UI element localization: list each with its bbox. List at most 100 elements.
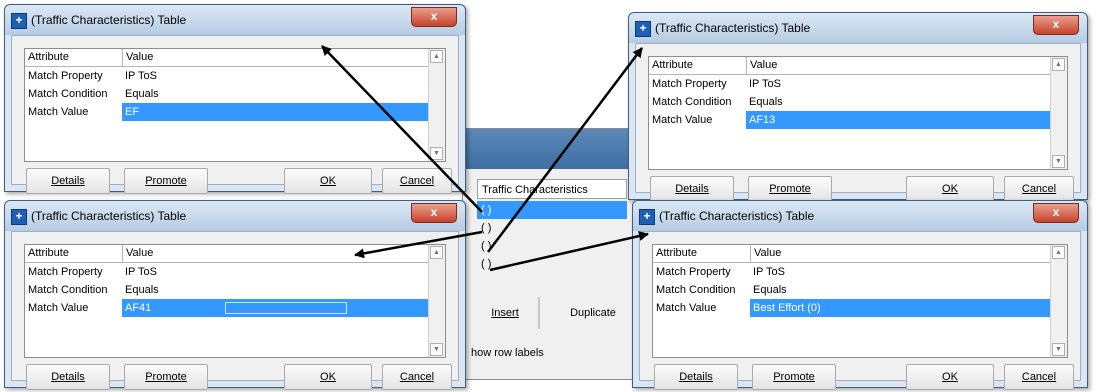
cancel-label: Cancel xyxy=(399,371,435,383)
traffic-characteristics-window: Traffic Characteristics ( ) ( ) ( ) ( ) … xyxy=(462,128,639,380)
table-header: Attribute Value xyxy=(649,57,1051,75)
table-row[interactable]: Match Property IP ToS xyxy=(25,263,429,281)
value-edit-box[interactable] xyxy=(225,302,348,314)
column-header-value: Value xyxy=(754,247,782,259)
list-item[interactable]: ( ) xyxy=(477,219,627,237)
window-title: (Traffic Characteristics) Table xyxy=(659,209,815,223)
insert-button[interactable]: Insert xyxy=(477,297,533,329)
app-icon: + xyxy=(11,13,27,29)
details-label: Details xyxy=(679,371,713,383)
cancel-label: Cancel xyxy=(1021,183,1057,195)
attribute-table: Attribute Value Match Property IP ToS Ma… xyxy=(648,56,1068,170)
attribute-cell: Match Value xyxy=(656,302,717,314)
close-icon: x xyxy=(430,205,438,219)
value-text: AF41 xyxy=(125,302,152,314)
titlebar[interactable]: + (Traffic Characteristics) Table x xyxy=(633,201,1087,231)
scroll-down-icon[interactable]: ▼ xyxy=(1052,155,1065,168)
table-row[interactable]: Match Condition Equals xyxy=(649,93,1051,111)
scroll-down-icon[interactable]: ▼ xyxy=(430,147,443,160)
close-button[interactable]: x xyxy=(1033,203,1079,223)
dialog-bottom-left: + (Traffic Characteristics) Table x Attr… xyxy=(4,200,466,390)
details-label: Details xyxy=(51,175,85,187)
promote-label: Promote xyxy=(773,371,815,383)
table-row[interactable]: Match Property IP ToS xyxy=(653,263,1051,281)
value-cell[interactable]: IP ToS xyxy=(122,67,429,85)
value-cell-selected[interactable]: AF41 xyxy=(122,299,429,317)
ok-button[interactable]: OK xyxy=(284,364,372,390)
window-title: (Traffic Characteristics) Table xyxy=(655,21,811,35)
value-cell-selected[interactable]: EF xyxy=(122,103,429,121)
attribute-cell: Match Property xyxy=(656,266,731,278)
promote-button[interactable]: Promote xyxy=(748,176,832,202)
table-row[interactable]: Match Value EF xyxy=(25,103,429,121)
list-item[interactable]: ( ) xyxy=(477,237,627,255)
scroll-up-icon[interactable]: ▲ xyxy=(430,50,443,63)
close-button[interactable]: x xyxy=(1033,15,1079,35)
value-cell[interactable]: IP ToS xyxy=(750,263,1051,281)
show-row-labels-checkbox[interactable]: how row labels xyxy=(471,347,544,359)
value-cell[interactable]: IP ToS xyxy=(122,263,429,281)
attribute-cell: Match Value xyxy=(28,302,89,314)
scroll-up-icon[interactable]: ▲ xyxy=(430,246,443,259)
table-header: Attribute Value xyxy=(25,245,429,263)
details-button[interactable]: Details xyxy=(654,364,738,390)
vertical-scrollbar[interactable]: ▲ ▼ xyxy=(428,49,445,161)
vertical-scrollbar[interactable]: ▲ ▼ xyxy=(428,245,445,357)
table-row[interactable]: Match Property IP ToS xyxy=(25,67,429,85)
value-cell-selected[interactable]: AF13 xyxy=(746,111,1051,129)
table-row[interactable]: Match Value AF41 xyxy=(25,299,429,317)
table-header: Attribute Value xyxy=(25,49,429,67)
table-row[interactable]: Match Condition Equals xyxy=(653,281,1051,299)
vertical-scrollbar[interactable]: ▲ ▼ xyxy=(1050,57,1067,169)
scroll-up-icon[interactable]: ▲ xyxy=(1052,246,1065,259)
ok-button[interactable]: OK xyxy=(284,168,372,194)
table-row[interactable]: Match Value Best Effort (0) xyxy=(653,299,1051,317)
vertical-scrollbar[interactable]: ▲ ▼ xyxy=(1050,245,1067,357)
titlebar[interactable]: + (Traffic Characteristics) Table x xyxy=(629,13,1087,43)
details-label: Details xyxy=(51,371,85,383)
button-bar: Details Promote OK Cancel xyxy=(20,168,452,196)
button-bar: Details Promote OK Cancel xyxy=(648,364,1074,392)
value-cell[interactable]: Equals xyxy=(750,281,1051,299)
value-cell[interactable]: Equals xyxy=(122,85,429,103)
close-button[interactable]: x xyxy=(411,203,457,223)
promote-button[interactable]: Promote xyxy=(124,168,208,194)
table-row[interactable]: Match Condition Equals xyxy=(25,85,429,103)
cancel-button[interactable]: Cancel xyxy=(1004,364,1074,390)
titlebar[interactable]: + (Traffic Characteristics) Table x xyxy=(5,5,465,35)
table-row[interactable]: Match Condition Equals xyxy=(25,281,429,299)
details-button[interactable]: Details xyxy=(26,364,110,390)
promote-button[interactable]: Promote xyxy=(752,364,836,390)
dialog-content: Attribute Value Match Property IP ToS Ma… xyxy=(11,231,459,390)
scroll-up-icon[interactable]: ▲ xyxy=(1052,58,1065,71)
details-button[interactable]: Details xyxy=(26,168,110,194)
ok-button[interactable]: OK xyxy=(906,176,994,202)
attribute-cell: Match Property xyxy=(28,70,103,82)
promote-button[interactable]: Promote xyxy=(124,364,208,390)
attribute-cell: Match Value xyxy=(28,106,89,118)
scroll-down-icon[interactable]: ▼ xyxy=(1052,343,1065,356)
close-icon: x xyxy=(1052,17,1060,31)
insert-label: Insert xyxy=(491,307,519,319)
app-icon: + xyxy=(11,209,27,225)
titlebar[interactable]: + (Traffic Characteristics) Table x xyxy=(5,201,465,231)
duplicate-button[interactable]: Duplicate xyxy=(553,297,633,329)
value-cell-selected[interactable]: Best Effort (0) xyxy=(750,299,1051,317)
window-title: (Traffic Characteristics) Table xyxy=(31,13,187,27)
value-cell[interactable]: Equals xyxy=(122,281,429,299)
value-cell[interactable]: IP ToS xyxy=(746,75,1051,93)
list-item[interactable]: ( ) xyxy=(477,201,627,219)
scroll-down-icon[interactable]: ▼ xyxy=(430,343,443,356)
cancel-button[interactable]: Cancel xyxy=(1004,176,1074,202)
cancel-button[interactable]: Cancel xyxy=(382,364,452,390)
cancel-button[interactable]: Cancel xyxy=(382,168,452,194)
attribute-cell: Match Condition xyxy=(652,96,732,108)
table-row[interactable]: Match Property IP ToS xyxy=(649,75,1051,93)
table-row[interactable]: Match Value AF13 xyxy=(649,111,1051,129)
value-cell[interactable]: Equals xyxy=(746,93,1051,111)
app-icon: + xyxy=(639,209,655,225)
list-item[interactable]: ( ) xyxy=(477,255,627,273)
close-button[interactable]: x xyxy=(411,7,457,27)
ok-button[interactable]: OK xyxy=(906,364,994,390)
details-button[interactable]: Details xyxy=(650,176,734,202)
